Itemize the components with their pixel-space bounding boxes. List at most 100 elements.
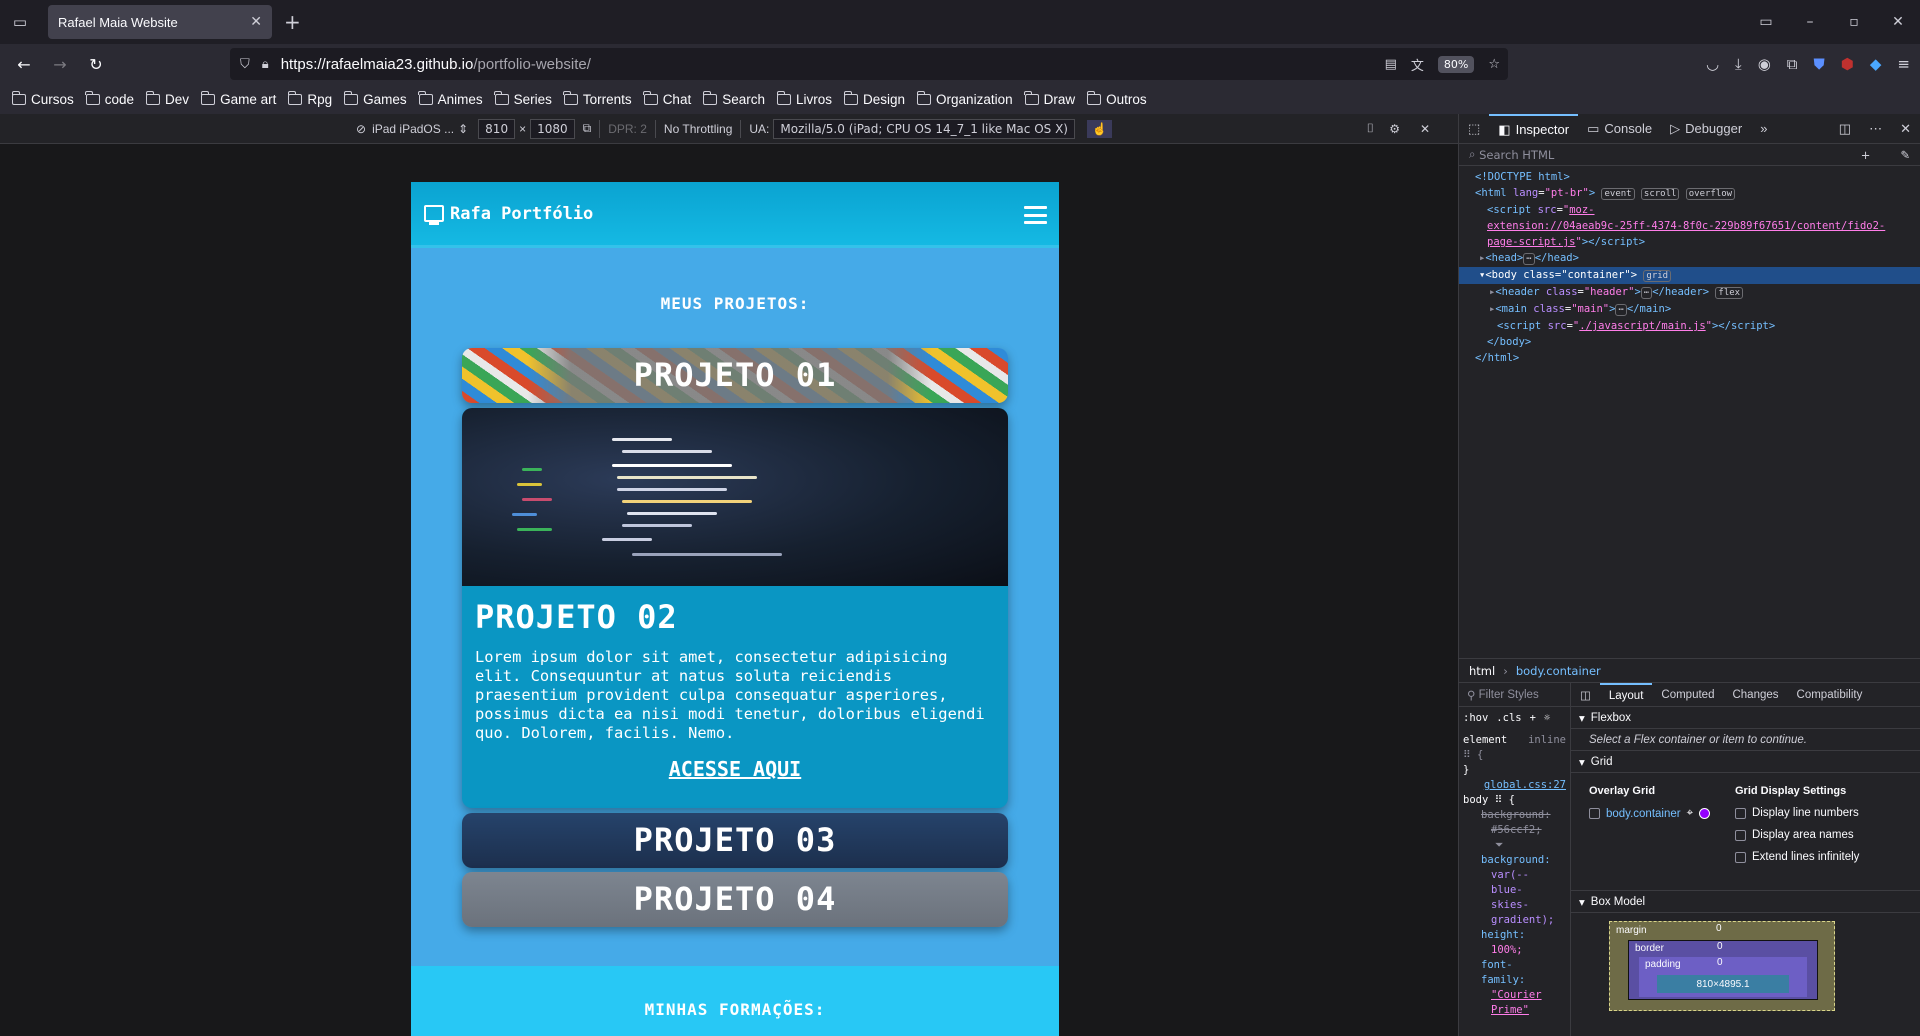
close-tab-icon[interactable]: ✕ bbox=[250, 14, 262, 30]
account-icon[interactable]: ◉ bbox=[1758, 55, 1771, 73]
breadcrumb-item[interactable]: body.container bbox=[1516, 664, 1601, 678]
bookmark-folder[interactable]: Livros bbox=[776, 90, 832, 107]
bookmark-folder[interactable]: Organization bbox=[916, 90, 1013, 107]
breadcrumb-item[interactable]: html bbox=[1469, 664, 1495, 678]
project-card-1[interactable]: PROJETO 01 bbox=[462, 348, 1008, 403]
url-text[interactable]: https://rafaelmaia23.github.io/portfolio… bbox=[281, 56, 591, 73]
reload-icon[interactable]: ↻ bbox=[78, 48, 114, 80]
bookmark-folder[interactable]: Games bbox=[343, 90, 407, 107]
project-card-3[interactable]: PROJETO 03 bbox=[462, 813, 1008, 868]
light-dark-icon[interactable]: ☼ bbox=[1544, 712, 1550, 724]
tab-inspector[interactable]: ◧ Inspector bbox=[1489, 113, 1579, 144]
box-model-section-header[interactable]: ▾ Box Model bbox=[1571, 891, 1920, 913]
margin-top-value[interactable]: 0 bbox=[1716, 923, 1722, 934]
tab-layout[interactable]: Layout bbox=[1599, 682, 1653, 707]
viewport-height-input[interactable]: 1080 bbox=[530, 118, 575, 139]
eyedropper-icon[interactable]: ✎ bbox=[1900, 148, 1910, 162]
tab-compatibility[interactable]: Compatibility bbox=[1788, 683, 1872, 707]
grid-highlight-icon[interactable]: ⌖ bbox=[1687, 807, 1693, 820]
close-devtools-icon[interactable]: ✕ bbox=[1891, 114, 1920, 144]
tree-node[interactable]: ▸<head> ⋯ </head> bbox=[1459, 250, 1920, 267]
bookmark-folder[interactable]: Search bbox=[702, 90, 765, 107]
css-property[interactable]: background: bbox=[1463, 853, 1566, 868]
hover-states-button[interactable]: :hov bbox=[1463, 712, 1488, 724]
tracking-shield-icon[interactable]: ⛉ bbox=[240, 57, 250, 72]
bookmark-folder[interactable]: Design bbox=[843, 90, 905, 107]
tree-node[interactable]: <script src="./javascript/main.js"></scr… bbox=[1459, 318, 1920, 334]
bookmark-folder[interactable]: Animes bbox=[418, 90, 483, 107]
css-property[interactable]: background: bbox=[1463, 808, 1566, 823]
setting-checkbox[interactable] bbox=[1735, 829, 1746, 841]
css-value[interactable]: 100%; bbox=[1463, 943, 1566, 958]
grid-color-swatch[interactable] bbox=[1699, 808, 1711, 819]
dock-icon[interactable]: ◫ bbox=[1830, 114, 1860, 144]
search-html-bar[interactable]: ⌕ Search HTML + ✎ bbox=[1459, 144, 1920, 166]
project-link[interactable]: ACESSE AQUI bbox=[462, 757, 1008, 781]
css-value[interactable]: "Courier Prime" bbox=[1463, 988, 1566, 1018]
close-rdm-icon[interactable]: ✕ bbox=[1420, 122, 1430, 136]
bookmark-folder[interactable]: Game art bbox=[200, 90, 276, 107]
border-top-value[interactable]: 0 bbox=[1717, 941, 1723, 952]
add-rule-icon[interactable]: + bbox=[1530, 712, 1536, 724]
rotate-icon[interactable]: ⧉ bbox=[583, 121, 592, 136]
forward-icon[interactable]: → bbox=[42, 48, 78, 80]
bookmark-folder[interactable]: Draw bbox=[1024, 90, 1075, 107]
filter-styles-input[interactable]: Filter Styles bbox=[1479, 689, 1539, 701]
tree-node[interactable]: ▸<main class="main"> ⋯ </main> bbox=[1459, 301, 1920, 318]
padding-top-value[interactable]: 0 bbox=[1717, 957, 1723, 968]
tree-node[interactable]: ▸<header class="header"> ⋯ </header> flex bbox=[1459, 284, 1920, 301]
new-tab-icon[interactable]: + bbox=[284, 10, 301, 34]
downloads-icon[interactable]: ⤓ bbox=[1735, 55, 1742, 73]
tab-debugger[interactable]: ▷ Debugger bbox=[1661, 114, 1751, 144]
setting-checkbox[interactable] bbox=[1735, 807, 1746, 819]
throttling-selector[interactable]: No Throttling bbox=[664, 122, 732, 136]
tree-node[interactable]: <script src="moz- bbox=[1459, 202, 1920, 218]
bookmark-star-icon[interactable]: ☆ bbox=[1488, 57, 1500, 72]
bookmark-folder[interactable]: Chat bbox=[643, 90, 691, 107]
bookmark-folder[interactable]: Torrents bbox=[563, 90, 632, 107]
bookmark-folder[interactable]: Series bbox=[494, 90, 552, 107]
restore-view-icon[interactable]: ▭ bbox=[1744, 14, 1788, 30]
css-property[interactable]: height: bbox=[1463, 928, 1566, 943]
bookmark-folder[interactable]: Dev bbox=[145, 90, 189, 107]
classes-button[interactable]: .cls bbox=[1496, 712, 1521, 724]
css-value[interactable]: #56ccf2; bbox=[1463, 823, 1566, 838]
back-icon[interactable]: ← bbox=[6, 48, 42, 80]
toggle-sidebar-icon[interactable]: ◫ bbox=[1571, 683, 1600, 707]
tab-console[interactable]: ▭ Console bbox=[1578, 114, 1661, 144]
reader-view-icon[interactable]: ▤ bbox=[1385, 57, 1397, 72]
flexbox-section-header[interactable]: ▾ Flexbox bbox=[1571, 707, 1920, 729]
maximize-icon[interactable]: ▫ bbox=[1832, 14, 1876, 30]
tree-node[interactable]: extension://04aeab9c-25ff-4374-8f0c-229b… bbox=[1459, 218, 1920, 234]
bookmark-folder[interactable]: code bbox=[85, 90, 134, 107]
ublock-icon[interactable]: ⬢ bbox=[1841, 55, 1854, 73]
touch-simulation-icon[interactable]: ☝ bbox=[1086, 119, 1112, 138]
tree-node[interactable]: </body> bbox=[1459, 334, 1920, 350]
close-window-icon[interactable]: ✕ bbox=[1876, 14, 1920, 30]
tree-node[interactable]: </html> bbox=[1459, 350, 1920, 366]
menu-icon[interactable]: ≡ bbox=[1897, 55, 1910, 73]
zoom-level[interactable]: 80% bbox=[1437, 55, 1475, 73]
site-title[interactable]: Rafa Portfólio bbox=[450, 204, 593, 224]
grid-section-header[interactable]: ▾ Grid bbox=[1571, 751, 1920, 773]
screenshot-icon[interactable]: ⌷ bbox=[1367, 121, 1374, 136]
search-html-input[interactable]: Search HTML bbox=[1479, 148, 1554, 162]
extension-gem-icon[interactable]: ◆ bbox=[1870, 55, 1882, 73]
extensions-icon[interactable]: ⧉ bbox=[1787, 55, 1798, 73]
url-bar[interactable]: ⛉ 🔒︎ https://rafaelmaia23.github.io/port… bbox=[230, 48, 1508, 80]
device-selector[interactable]: iPad iPadOS ... bbox=[372, 122, 454, 136]
devtools-menu-icon[interactable]: ⋯ bbox=[1860, 114, 1891, 144]
bookmark-folder[interactable]: Rpg bbox=[287, 90, 332, 107]
project-card-4[interactable]: PROJETO 04 bbox=[462, 872, 1008, 927]
rule-source-link[interactable]: global.css:27 bbox=[1463, 778, 1566, 793]
pocket-icon[interactable]: ◡ bbox=[1706, 55, 1719, 73]
tab-changes[interactable]: Changes bbox=[1723, 683, 1787, 707]
pick-element-icon[interactable]: ⬚ bbox=[1459, 114, 1489, 144]
box-content-size[interactable]: 810×4895.1 bbox=[1657, 975, 1789, 993]
tree-node[interactable]: <html lang="pt-br"> event scroll overflo… bbox=[1459, 185, 1920, 202]
more-tabs-icon[interactable]: » bbox=[1751, 114, 1776, 144]
minimize-icon[interactable]: – bbox=[1788, 14, 1832, 30]
bookmark-folder[interactable]: Cursos bbox=[11, 90, 74, 107]
add-node-icon[interactable]: + bbox=[1861, 148, 1871, 162]
browser-tab[interactable]: Rafael Maia Website ✕ bbox=[48, 5, 272, 39]
